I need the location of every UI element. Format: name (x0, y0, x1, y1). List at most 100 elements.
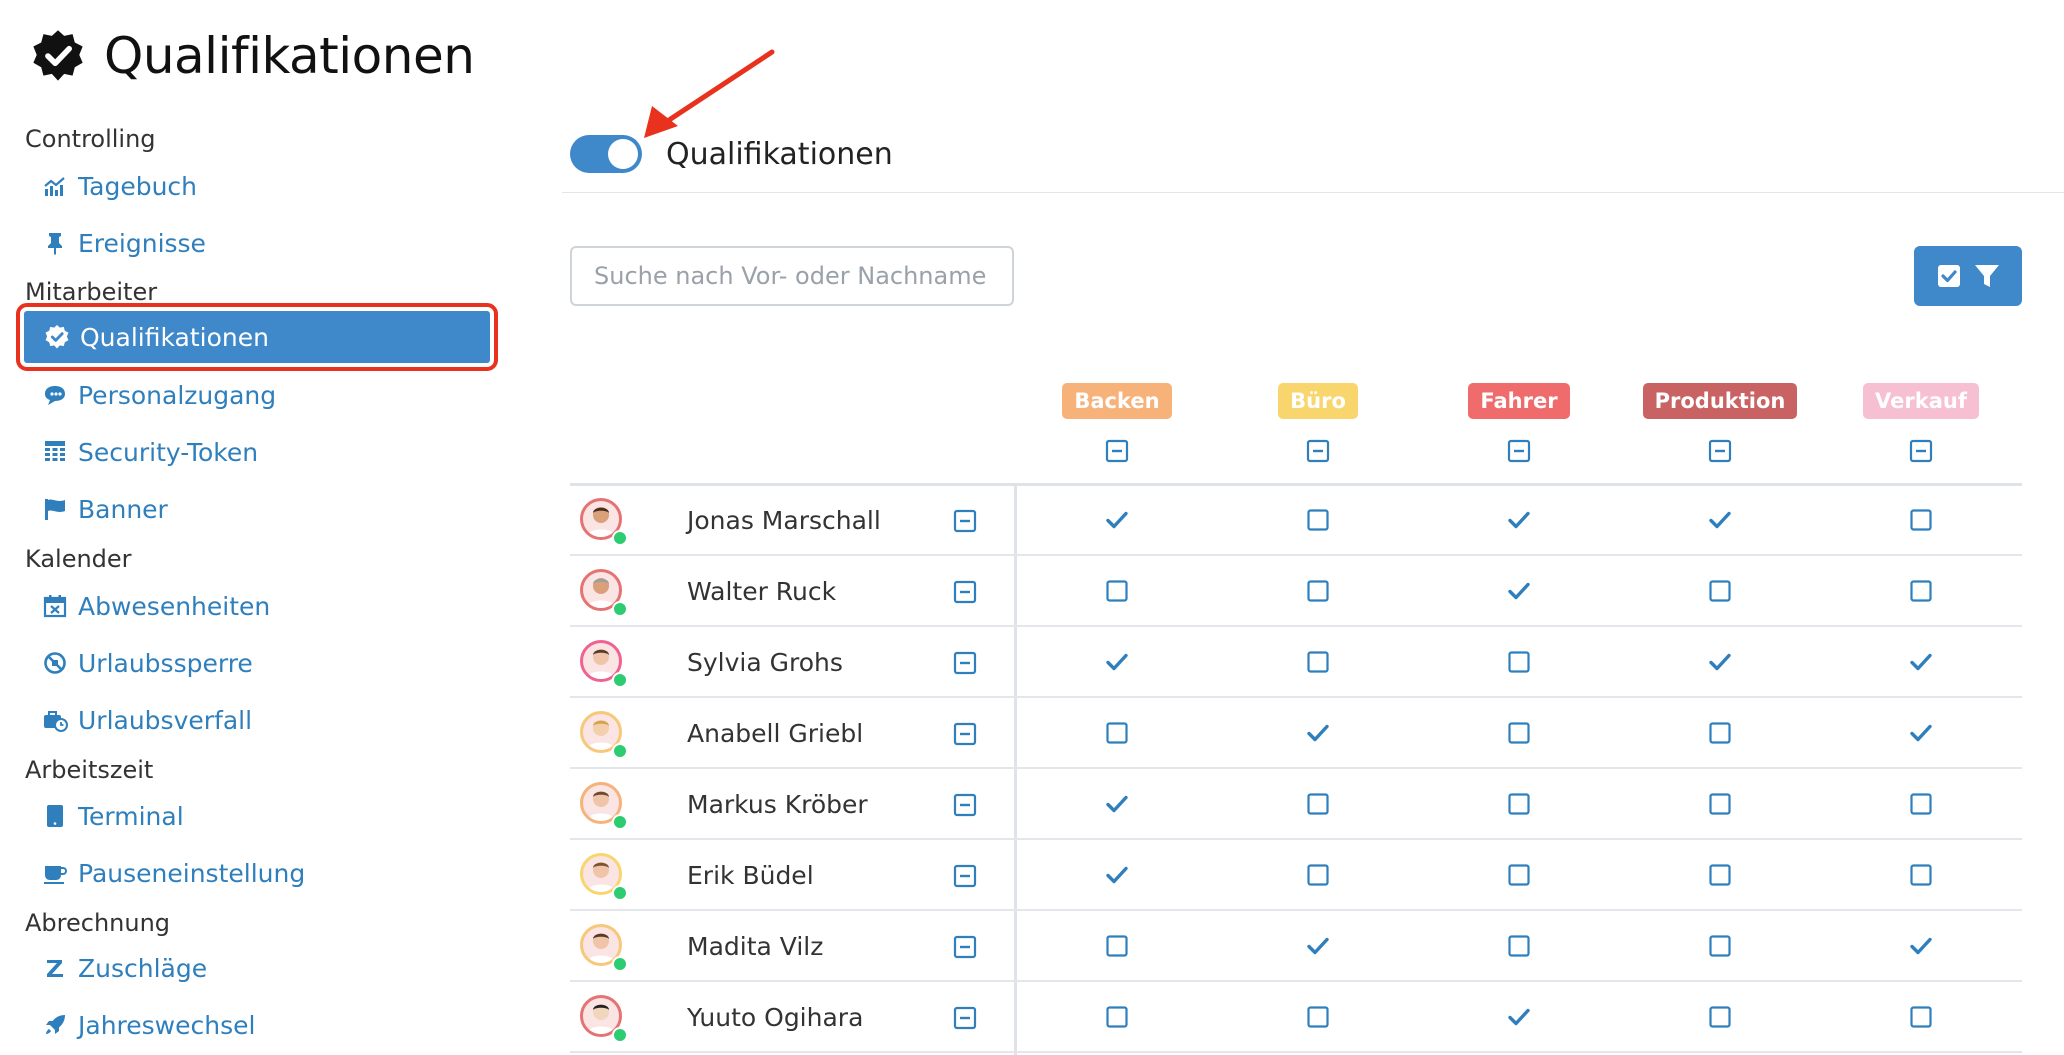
sidebar-item-zuschläge[interactable]: Zuschläge (42, 944, 207, 992)
checkbox-empty-icon[interactable] (1305, 1004, 1331, 1030)
column-toggle-verkauf[interactable] (1908, 438, 1934, 464)
checkmark-icon[interactable] (1104, 862, 1130, 888)
checkbox-empty-icon[interactable] (1707, 862, 1733, 888)
checkbox-empty-icon[interactable] (1506, 649, 1532, 675)
online-status-dot (612, 1027, 628, 1043)
row-toggle-icon[interactable] (952, 1005, 978, 1031)
qualification-header-fahrer: Fahrer (1419, 383, 1619, 419)
checkbox-empty-icon[interactable] (1908, 791, 1934, 817)
header-divider (562, 192, 2064, 193)
checkmark-icon[interactable] (1908, 933, 1934, 959)
checkmark-icon[interactable] (1707, 649, 1733, 675)
tablet-icon (42, 803, 68, 829)
sidebar-item-tagebuch[interactable]: Tagebuch (42, 162, 197, 210)
checkmark-icon[interactable] (1104, 507, 1130, 533)
checkbox-empty-icon[interactable] (1908, 578, 1934, 604)
chart-line-icon (42, 173, 68, 199)
checkbox-empty-icon[interactable] (1707, 791, 1733, 817)
checkbox-empty-icon[interactable] (1506, 720, 1532, 746)
sidebar-item-label: Banner (78, 494, 168, 524)
checkbox-empty-icon[interactable] (1707, 933, 1733, 959)
qualification-header-büro: Büro (1218, 383, 1418, 419)
checkbox-empty-icon[interactable] (1908, 1004, 1934, 1030)
sidebar-item-terminal[interactable]: Terminal (42, 792, 184, 840)
checkbox-empty-icon[interactable] (1305, 578, 1331, 604)
search-input[interactable] (570, 246, 1014, 306)
pin-icon (42, 230, 68, 256)
checkbox-empty-icon[interactable] (1104, 578, 1130, 604)
sidebar-item-personalzugang[interactable]: Personalzugang (42, 371, 276, 419)
checkmark-icon[interactable] (1707, 507, 1733, 533)
ban-icon (42, 650, 68, 676)
checkbox-empty-icon[interactable] (1707, 578, 1733, 604)
row-toggle-icon[interactable] (952, 508, 978, 534)
sidebar-item-urlaubssperre[interactable]: Urlaubssperre (42, 639, 253, 687)
sidebar-item-qualifikationen[interactable]: Qualifikationen (16, 303, 498, 371)
online-status-dot (612, 743, 628, 759)
filter-button[interactable] (1914, 246, 2022, 306)
column-toggle-fahrer[interactable] (1506, 438, 1532, 464)
sidebar-item-label: Qualifikationen (80, 322, 269, 352)
checkmark-icon[interactable] (1305, 720, 1331, 746)
sidebar-item-ereignisse[interactable]: Ereignisse (42, 219, 206, 267)
column-toggle-büro[interactable] (1305, 438, 1331, 464)
checkbox-empty-icon[interactable] (1908, 862, 1934, 888)
qualification-header-backen: Backen (1017, 383, 1217, 419)
checkmark-icon[interactable] (1104, 649, 1130, 675)
table-row: Erik Büdel (570, 840, 2022, 911)
checkmark-icon[interactable] (1104, 791, 1130, 817)
row-toggle-icon[interactable] (952, 934, 978, 960)
sidebar-section-abrechnung: Abrechnung (25, 909, 171, 937)
z-letter-icon (42, 955, 68, 981)
row-toggle-icon[interactable] (952, 721, 978, 747)
checkbox-empty-icon[interactable] (1305, 791, 1331, 817)
checkmark-icon[interactable] (1506, 1004, 1532, 1030)
employee-name: Yuuto Ogihara (687, 1003, 864, 1032)
checkbox-empty-icon[interactable] (1104, 1004, 1130, 1030)
column-toggle-produktion[interactable] (1707, 438, 1733, 464)
checkmark-icon[interactable] (1305, 933, 1331, 959)
rocket-icon (42, 1012, 68, 1038)
checkmark-icon[interactable] (1506, 578, 1532, 604)
sidebar-item-jahreswechsel[interactable]: Jahreswechsel (42, 1001, 255, 1049)
toggle-knob (608, 139, 638, 169)
checkbox-empty-icon[interactable] (1707, 1004, 1733, 1030)
checkbox-empty-icon[interactable] (1506, 933, 1532, 959)
sidebar-item-urlaubsverfall[interactable]: Urlaubsverfall (42, 696, 252, 744)
qualifications-toggle[interactable] (570, 135, 642, 173)
checkbox-empty-icon[interactable] (1506, 791, 1532, 817)
sidebar-item-security-token[interactable]: Security-Token (42, 428, 258, 476)
checkbox-empty-icon[interactable] (1305, 862, 1331, 888)
checkmark-icon[interactable] (1908, 720, 1934, 746)
checkbox-empty-icon[interactable] (1104, 720, 1130, 746)
checkbox-empty-icon[interactable] (1104, 933, 1130, 959)
checkbox-empty-icon[interactable] (1908, 507, 1934, 533)
checkbox-empty-icon[interactable] (1707, 720, 1733, 746)
checkbox-empty-icon[interactable] (1506, 862, 1532, 888)
filter-icon (1975, 265, 1999, 287)
sidebar-item-label: Tagebuch (78, 171, 198, 201)
sidebar-item-label: Zuschläge (78, 953, 208, 983)
row-toggle-icon[interactable] (952, 650, 978, 676)
table-row: Sylvia Grohs (570, 627, 2022, 698)
keypad-icon (42, 439, 68, 465)
checkmark-icon[interactable] (1908, 649, 1934, 675)
online-status-dot (612, 885, 628, 901)
employee-name: Markus Kröber (687, 790, 868, 819)
sidebar-item-banner[interactable]: Banner (42, 485, 168, 533)
row-toggle-icon[interactable] (952, 863, 978, 889)
qualification-badge: Büro (1278, 383, 1358, 419)
sidebar-item-abwesenheiten[interactable]: Abwesenheiten (42, 582, 270, 630)
badge-check-icon (33, 30, 83, 81)
sidebar-item-pauseneinstellung[interactable]: Pauseneinstellung (42, 849, 305, 897)
qualifications-toggle-row: Qualifikationen (570, 128, 893, 180)
checkbox-empty-icon[interactable] (1305, 507, 1331, 533)
checkmark-icon[interactable] (1506, 507, 1532, 533)
employee-name: Walter Ruck (687, 577, 837, 606)
row-toggle-icon[interactable] (952, 579, 978, 605)
row-toggle-icon[interactable] (952, 792, 978, 818)
sidebar-item-label: Jahreswechsel (78, 1010, 256, 1040)
column-toggle-backen[interactable] (1104, 438, 1130, 464)
checkbox-empty-icon[interactable] (1305, 649, 1331, 675)
qualification-header-produktion: Produktion (1620, 383, 1820, 419)
